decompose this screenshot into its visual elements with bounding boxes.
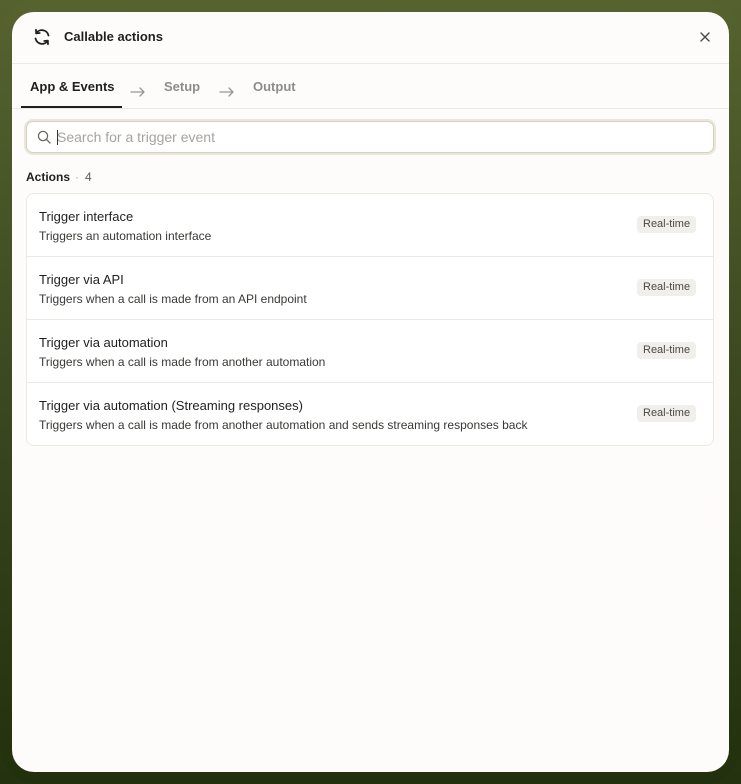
section-separator: ·: [75, 170, 79, 184]
action-description: Triggers when a call is made from anothe…: [39, 355, 326, 369]
list-item[interactable]: Trigger via API Triggers when a call is …: [27, 257, 713, 319]
search-box[interactable]: [26, 121, 714, 153]
search-input[interactable]: [57, 122, 697, 152]
actions-list: Trigger interface Triggers an automation…: [26, 193, 714, 446]
action-description: Triggers an automation interface: [39, 229, 212, 243]
status-badge: Real-time: [637, 216, 697, 233]
action-title: Trigger interface: [39, 209, 134, 224]
action-title: Trigger via API: [39, 272, 124, 287]
arrow-right-icon: [219, 84, 235, 97]
action-description: Triggers when a call is made from an API…: [39, 292, 307, 306]
close-button[interactable]: [698, 30, 712, 44]
section-count: 4: [85, 170, 92, 184]
list-item[interactable]: Trigger via automation Triggers when a c…: [27, 320, 713, 382]
status-badge: Real-time: [637, 405, 697, 422]
action-title: Trigger via automation (Streaming respon…: [39, 398, 303, 413]
dialog-title: Callable actions: [64, 29, 163, 44]
stepper: App & Events Setup Output: [12, 64, 729, 109]
callable-actions-dialog: Callable actions App & Events Setup Outp…: [12, 12, 729, 772]
close-icon: [700, 32, 710, 42]
list-item[interactable]: Trigger interface Triggers an automation…: [27, 194, 713, 256]
tab-setup[interactable]: Setup: [164, 79, 200, 94]
refresh-icon: [32, 27, 52, 47]
list-item[interactable]: Trigger via automation (Streaming respon…: [27, 383, 713, 445]
section-label: Actions: [26, 170, 71, 184]
tab-app-events[interactable]: App & Events: [30, 79, 115, 94]
text-caret: [57, 130, 58, 145]
dialog-header: Callable actions: [12, 12, 729, 64]
status-badge: Real-time: [637, 342, 697, 359]
tab-output[interactable]: Output: [253, 79, 296, 94]
arrow-right-icon: [130, 84, 146, 97]
status-badge: Real-time: [637, 279, 697, 296]
action-description: Triggers when a call is made from anothe…: [39, 418, 528, 432]
search-icon: [37, 130, 51, 144]
active-step-indicator: [21, 106, 122, 108]
action-title: Trigger via automation: [39, 335, 168, 350]
